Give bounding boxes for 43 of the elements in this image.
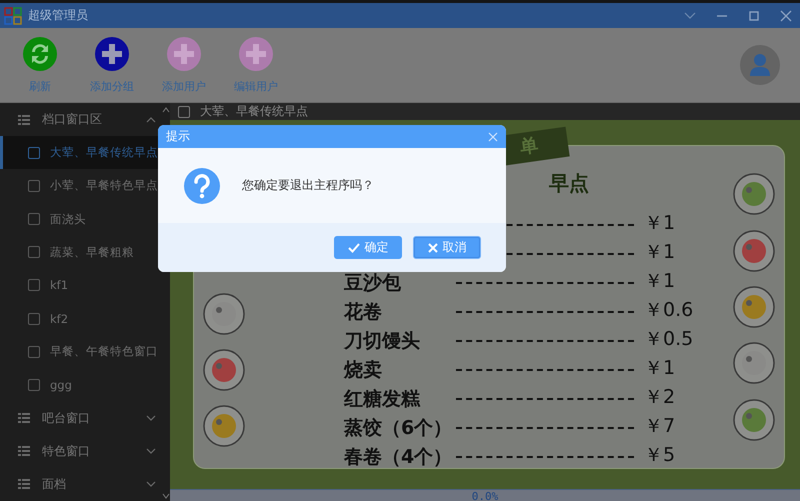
sidebar-item[interactable]: 小荤、早餐特色早点 (0, 169, 162, 203)
dish-price: ￥2 (643, 385, 676, 410)
item-label: 蔬菜、早餐粗粮 (50, 244, 134, 260)
window-title: 超级管理员 (28, 7, 89, 24)
sidebar-item[interactable]: kf2 (0, 302, 162, 336)
confirm-button[interactable]: 确定 (334, 236, 402, 259)
dish-name: 烧卖 (344, 358, 383, 379)
dish-price: ￥0.6 (643, 298, 694, 323)
menu-title: 早点 (549, 170, 589, 197)
item-label: 早餐、午餐特色窗口 (50, 344, 158, 360)
progress-text: 0.0% (170, 489, 800, 501)
sidebar-item[interactable]: 面浇头 (0, 202, 162, 236)
item-label: kf2 (50, 312, 68, 326)
group-header[interactable]: 特色窗口 (0, 434, 162, 468)
header-label: 大荤、早餐传统早点 (200, 103, 308, 120)
dialog-title: 提示 (166, 128, 190, 145)
item-label: 大荤、早餐传统早点 (50, 145, 158, 160)
dish-price: ￥1 (643, 356, 676, 381)
item-label: kf1 (50, 278, 68, 292)
dish-name: 红糖发糕 (344, 387, 422, 408)
dialog-message: 您确定要退出主程序吗？ (242, 177, 374, 194)
dish-name: 春卷（4个） (344, 445, 454, 466)
sidebar-item[interactable]: ggg (0, 368, 162, 402)
cancel-button[interactable]: 取消 (413, 236, 481, 259)
item-label: ggg (50, 378, 72, 392)
sidebar-item[interactable]: 早餐、午餐特色窗口 (0, 335, 162, 368)
dish-price: ￥1 (643, 211, 676, 236)
dish-price: ￥1 (643, 269, 676, 294)
group-header[interactable]: 档口窗口区 (0, 103, 162, 136)
item-label: 面浇头 (50, 212, 86, 227)
dish-name: 花卷 (344, 300, 383, 321)
dish-price: ￥1 (643, 240, 676, 265)
group-header[interactable]: 吧台窗口 (0, 402, 162, 435)
dish-name: 豆沙包 (344, 271, 402, 292)
sidebar-item[interactable]: 蔬菜、早餐粗粮 (0, 236, 162, 269)
dish-name: 刀切馒头 (344, 329, 421, 350)
dish-price: ￥5 (643, 443, 676, 468)
dish-name: 蒸饺（6个） (344, 416, 454, 437)
item-label: 小荤、早餐特色早点 (50, 178, 158, 194)
sidebar-item[interactable]: kf1 (0, 268, 162, 302)
dish-price: ￥0.5 (643, 327, 694, 352)
group-header[interactable]: 面档 (0, 468, 162, 501)
dish-price: ￥7 (643, 414, 676, 439)
